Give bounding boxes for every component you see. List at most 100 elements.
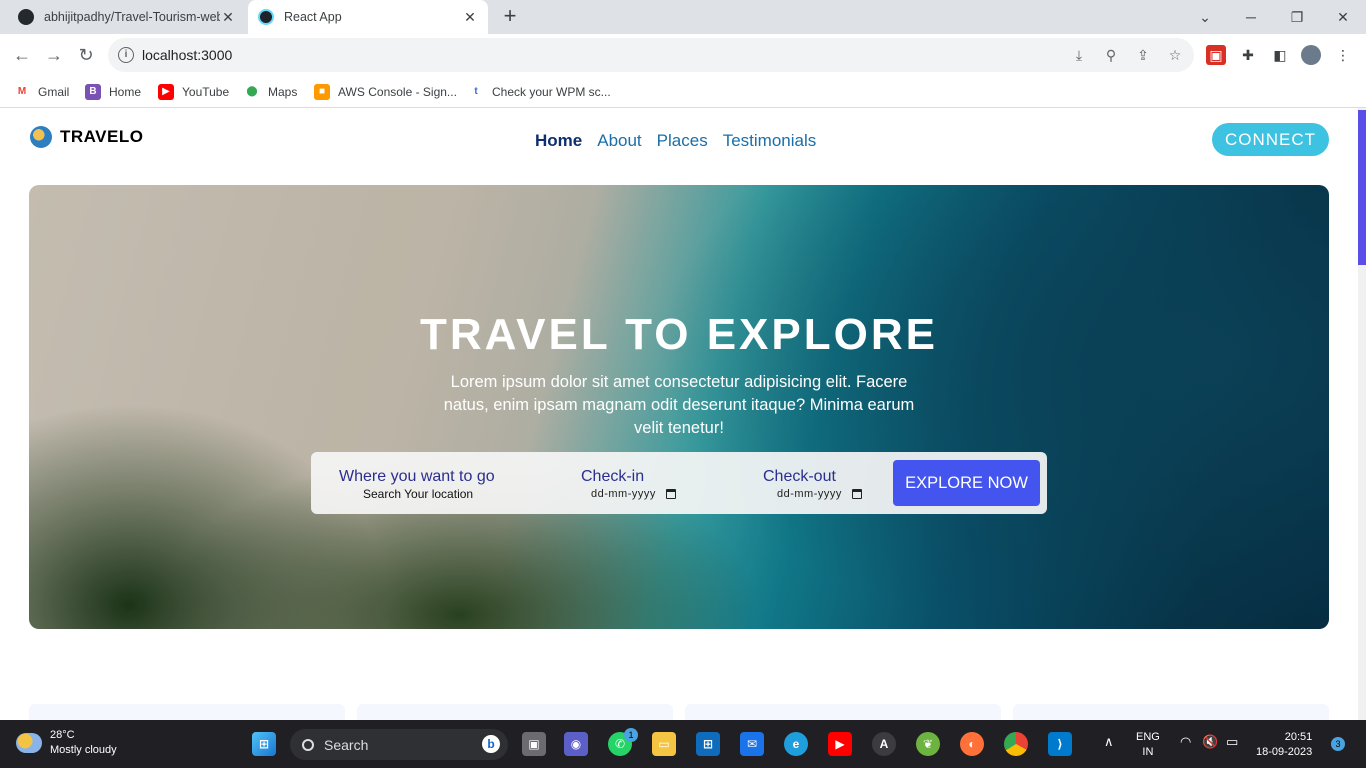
restore-button[interactable]: ❐ bbox=[1274, 0, 1320, 34]
bookmark-label: YouTube bbox=[182, 85, 230, 99]
new-tab-button[interactable]: + bbox=[498, 5, 522, 29]
windows-taskbar: 28°C Mostly cloudy ⊞ Search b ▣ ◉ ✆ 1 ▭ … bbox=[0, 720, 1366, 768]
side-panel-icon[interactable]: ◧ bbox=[1270, 45, 1290, 65]
wifi-icon[interactable]: ◠ bbox=[1180, 734, 1191, 749]
whatsapp-badge: 1 bbox=[624, 728, 638, 742]
wpm-icon: t bbox=[468, 84, 484, 100]
profile-avatar[interactable] bbox=[1301, 45, 1321, 65]
globe-plane-icon bbox=[30, 126, 52, 148]
checkout-label: Check-out bbox=[763, 468, 836, 485]
tray-overflow-chevron-icon[interactable]: ∧ bbox=[1104, 734, 1114, 749]
page-content: TRAVELO Home About Places Testimonials C… bbox=[0, 108, 1358, 720]
calendar-icon[interactable] bbox=[665, 489, 676, 499]
checkin-field[interactable]: Check-in dd-mm-yyyy bbox=[581, 468, 676, 500]
menu-kebab-icon[interactable]: ⋮ bbox=[1333, 45, 1353, 65]
spring-icon[interactable]: ❦ bbox=[916, 732, 940, 756]
battery-icon[interactable]: ▭ bbox=[1226, 734, 1238, 749]
task-view-icon[interactable]: ▣ bbox=[522, 732, 546, 756]
checkout-date-input[interactable]: dd-mm-yyyy bbox=[763, 488, 862, 500]
destination-field[interactable]: Where you want to go Search Your locatio… bbox=[339, 468, 495, 501]
bookmark-maps[interactable]: ⬤ Maps bbox=[244, 82, 297, 102]
destination-label: Where you want to go bbox=[339, 468, 495, 485]
nav-places[interactable]: Places bbox=[657, 131, 708, 151]
nav-testimonials[interactable]: Testimonials bbox=[723, 131, 817, 151]
region-line: IN bbox=[1142, 746, 1154, 758]
language-line: ENG bbox=[1136, 731, 1160, 743]
github-icon bbox=[18, 9, 34, 25]
hero-title: TRAVEL TO EXPLORE bbox=[420, 310, 938, 359]
hero-description: Lorem ipsum dolor sit amet consectetur a… bbox=[443, 373, 915, 437]
bookmark-wpm[interactable]: t Check your WPM sc... bbox=[468, 82, 611, 102]
speaker-muted-icon[interactable]: 🔇 bbox=[1202, 734, 1218, 749]
search-panel: Where you want to go Search Your locatio… bbox=[311, 452, 1047, 514]
bookmark-label: Maps bbox=[268, 85, 298, 99]
tab-react-app[interactable]: React App ✕ bbox=[248, 0, 488, 34]
feature-card bbox=[29, 704, 345, 720]
feature-card bbox=[1013, 704, 1329, 720]
main-nav: Home About Places Testimonials bbox=[535, 131, 816, 151]
clock[interactable]: 20:51 18-09-2023 bbox=[1256, 730, 1312, 760]
taskbar-search[interactable]: Search b bbox=[290, 729, 508, 760]
close-window-button[interactable]: ✕ bbox=[1320, 0, 1366, 34]
bookmark-label: Check your WPM sc... bbox=[492, 85, 611, 99]
site-logo[interactable]: TRAVELO bbox=[30, 126, 143, 148]
aws-icon: ■ bbox=[314, 84, 330, 100]
vscode-icon[interactable]: ⟩ bbox=[1048, 732, 1072, 756]
bookmark-aws[interactable]: ■ AWS Console - Sign... bbox=[314, 82, 457, 102]
extensions-puzzle-icon[interactable]: ✚ bbox=[1238, 45, 1258, 65]
chrome-icon[interactable] bbox=[1004, 732, 1028, 756]
feature-card bbox=[685, 704, 1001, 720]
bookmark-youtube[interactable]: ▶ YouTube bbox=[158, 82, 229, 102]
clock-date: 18-09-2023 bbox=[1256, 746, 1313, 758]
maps-icon: ⬤ bbox=[244, 84, 260, 100]
notification-badge[interactable]: 3 bbox=[1331, 737, 1345, 751]
forward-button[interactable]: → bbox=[42, 43, 66, 67]
android-studio-icon[interactable]: A bbox=[872, 732, 896, 756]
language-indicator[interactable]: ENG IN bbox=[1136, 730, 1160, 760]
gmail-icon: M bbox=[14, 84, 30, 100]
nav-home[interactable]: Home bbox=[535, 131, 582, 151]
bookmark-star-icon[interactable]: ☆ bbox=[1166, 46, 1184, 64]
mail-icon[interactable]: ✉ bbox=[740, 732, 764, 756]
bookmark-label: AWS Console - Sign... bbox=[338, 85, 457, 99]
site-info-icon[interactable]: i bbox=[118, 47, 134, 63]
destination-input[interactable]: Search Your location bbox=[339, 487, 495, 501]
minimize-button[interactable]: ─ bbox=[1228, 0, 1274, 34]
close-tab-icon[interactable]: ✕ bbox=[462, 9, 478, 26]
taskbar-search-label: Search bbox=[324, 736, 369, 753]
bookmark-home[interactable]: B Home bbox=[85, 82, 141, 102]
explore-now-button[interactable]: EXPLORE NOW bbox=[893, 460, 1040, 506]
weather-widget[interactable]: 28°C Mostly cloudy bbox=[16, 728, 117, 758]
zoom-icon[interactable]: ⚲ bbox=[1102, 46, 1120, 64]
reload-button[interactable]: ↻ bbox=[74, 43, 98, 67]
teams-chat-icon[interactable]: ◉ bbox=[564, 732, 588, 756]
file-explorer-icon[interactable]: ▭ bbox=[652, 732, 676, 756]
install-app-icon[interactable]: ⤓ bbox=[1070, 46, 1088, 64]
tab-github-repo[interactable]: abhijitpadhy/Travel-Tourism-web ✕ bbox=[8, 0, 246, 34]
url-text[interactable]: localhost:3000 bbox=[142, 47, 232, 63]
extension-icon[interactable]: ▣ bbox=[1206, 45, 1226, 65]
clock-time: 20:51 bbox=[1284, 731, 1313, 743]
nav-about[interactable]: About bbox=[597, 131, 641, 151]
edge-icon[interactable]: e bbox=[784, 732, 808, 756]
close-tab-icon[interactable]: ✕ bbox=[220, 9, 236, 26]
firefox-icon[interactable]: ◐ bbox=[960, 732, 984, 756]
windows-start-icon[interactable]: ⊞ bbox=[252, 732, 276, 756]
checkout-field[interactable]: Check-out dd-mm-yyyy bbox=[763, 468, 862, 500]
share-icon[interactable]: ⇪ bbox=[1134, 46, 1152, 64]
scrollbar-thumb[interactable] bbox=[1358, 110, 1366, 265]
calendar-icon[interactable] bbox=[851, 489, 862, 499]
feature-cards-row bbox=[29, 704, 1329, 720]
checkin-label: Check-in bbox=[581, 468, 645, 485]
bootstrap-icon: B bbox=[85, 84, 101, 100]
bing-icon[interactable]: b bbox=[482, 735, 500, 753]
tab-search-chevron-icon[interactable]: ⌄ bbox=[1182, 0, 1228, 34]
address-bar[interactable]: i localhost:3000 ⤓ ⚲ ⇪ ☆ bbox=[108, 38, 1194, 72]
back-button[interactable]: ← bbox=[10, 43, 34, 67]
connect-button[interactable]: CONNECT bbox=[1212, 123, 1329, 156]
microsoft-store-icon[interactable]: ⊞ bbox=[696, 732, 720, 756]
checkin-date-input[interactable]: dd-mm-yyyy bbox=[581, 488, 676, 500]
youtube-app-icon[interactable]: ▶ bbox=[828, 732, 852, 756]
bookmark-gmail[interactable]: M Gmail bbox=[14, 82, 69, 102]
search-icon bbox=[302, 738, 314, 751]
